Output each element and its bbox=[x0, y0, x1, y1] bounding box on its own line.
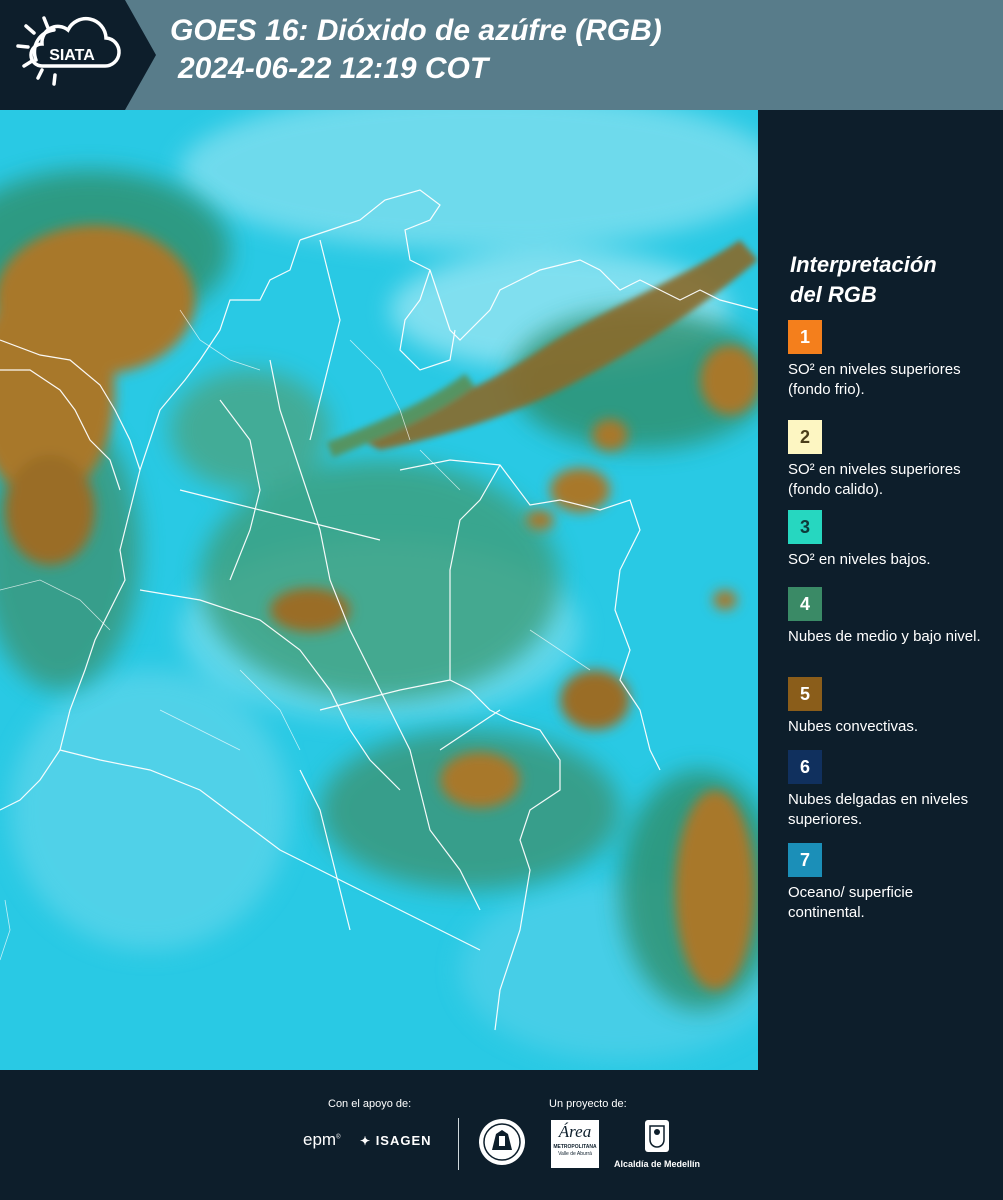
legend-swatch: 1 bbox=[788, 320, 822, 354]
legend-item-3: 3 SO² en niveles bajos. bbox=[788, 510, 988, 570]
legend-description: Nubes de medio y bajo nivel. bbox=[788, 628, 981, 645]
legend-item-2: 2 SO² en niveles superiores (fondo calido… bbox=[788, 420, 988, 500]
legend-description: Oceano/ superficie continental. bbox=[788, 884, 914, 921]
legend-panel: Interpretación del RGB 1 SO² en niveles s… bbox=[758, 110, 1003, 1070]
legend-swatch: 4 bbox=[788, 587, 822, 621]
area-logo-sub2: Valle de Aburrá bbox=[558, 1151, 592, 1157]
legend-item-1: 1 SO² en niveles superiores (fondo frio). bbox=[788, 320, 988, 400]
isagen-logo-text: ISAGEN bbox=[375, 1133, 432, 1148]
legend-title-line2: del RGB bbox=[790, 282, 877, 307]
legend-description: SO² en niveles superiores (fondo frio). bbox=[788, 361, 961, 398]
legend-item-6: 6 Nubes delgadas en niveles superiores. bbox=[788, 750, 988, 830]
isagen-icon: ✦ bbox=[360, 1134, 372, 1148]
legend-item-5: 5 Nubes convectivas. bbox=[788, 677, 988, 737]
epm-logo: epm® bbox=[303, 1130, 341, 1149]
legend-description: Nubes convectivas. bbox=[788, 718, 919, 735]
alcaldia-logo-text: Alcaldía de Medellín bbox=[613, 1159, 701, 1169]
satellite-map[interactable] bbox=[0, 110, 758, 1070]
header-bar: SIATA GOES 16: Dióxido de azúfre (RGB) 2… bbox=[0, 0, 1003, 110]
legend-swatch: 7 bbox=[788, 843, 822, 877]
legend-swatch: 6 bbox=[788, 750, 822, 784]
project-label: Un proyecto de: bbox=[549, 1098, 627, 1110]
area-logo-word: Área bbox=[558, 1122, 592, 1141]
alcaldia-logo: Alcaldía de Medellín bbox=[612, 1118, 702, 1174]
legend-swatch: 3 bbox=[788, 510, 822, 544]
area-metropolitana-logo: Área METROPOLITANA Valle de Aburrá bbox=[551, 1120, 599, 1168]
legend-title: Interpretación del RGB bbox=[790, 250, 990, 310]
legend-description: SO² en niveles superiores (fondo calido)… bbox=[788, 461, 961, 498]
legend-swatch: 5 bbox=[788, 677, 822, 711]
footer-divider bbox=[458, 1118, 459, 1170]
legend-swatch: 2 bbox=[788, 420, 822, 454]
datetime-label: 2024-06-22 12:19 COT bbox=[178, 52, 489, 85]
svg-text:SIATA: SIATA bbox=[49, 47, 95, 64]
legend-description: SO² en niveles bajos. bbox=[788, 551, 931, 568]
support-label: Con el apoyo de: bbox=[328, 1098, 412, 1110]
legend-title-line1: Interpretación bbox=[790, 252, 937, 277]
page-title: GOES 16: Dióxido de azúfre (RGB) bbox=[170, 14, 662, 47]
alcaldia-shield-icon bbox=[645, 1120, 669, 1152]
legend-description: Nubes delgadas en niveles superiores. bbox=[788, 791, 969, 828]
epm-logo-text: epm bbox=[303, 1130, 337, 1149]
footer: Con el apoyo de: Un proyecto de: epm® ✦ … bbox=[0, 1070, 1003, 1200]
isagen-logo: ✦ ISAGEN bbox=[360, 1133, 432, 1148]
area-logo-sub1: METROPOLITANA bbox=[553, 1144, 597, 1150]
legend-item-7: 7 Oceano/ superficie continental. bbox=[788, 843, 988, 923]
legend-item-4: 4 Nubes de medio y bajo nivel. bbox=[788, 587, 988, 647]
siata-logo: SIATA bbox=[0, 0, 158, 110]
medellin-seal bbox=[478, 1118, 526, 1166]
